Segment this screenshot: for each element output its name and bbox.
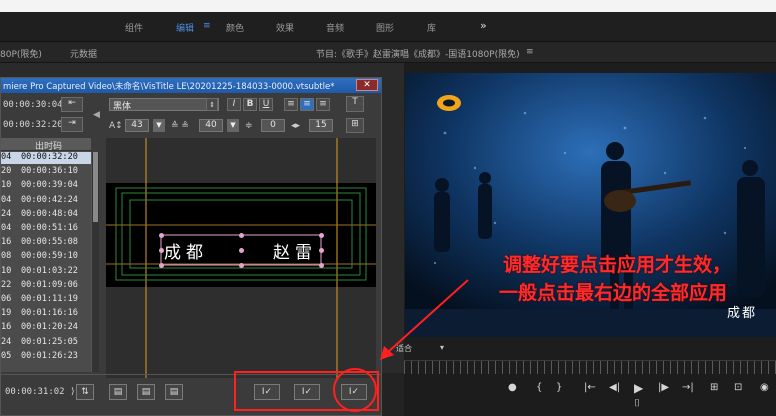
annotation-overlay xyxy=(234,279,469,412)
